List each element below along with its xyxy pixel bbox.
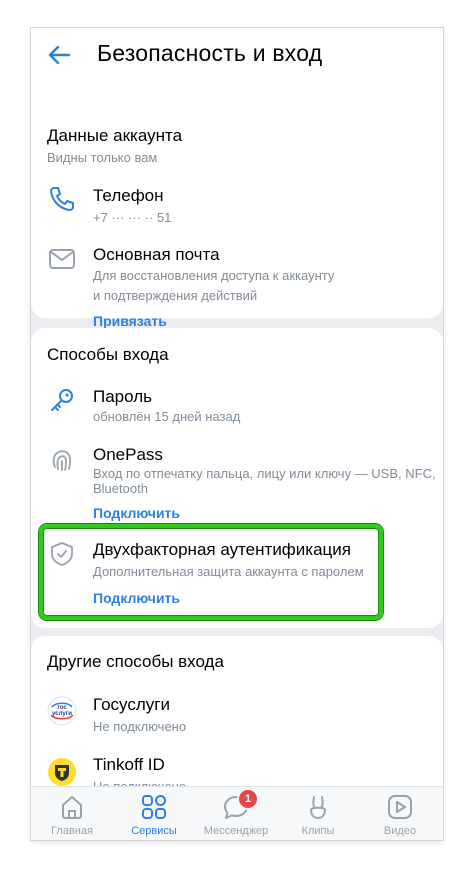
account-section-title: Данные аккаунта: [47, 126, 183, 145]
gosuslugi-logo-text: гос услуги: [52, 705, 72, 717]
twofa-highlight-frame: [39, 524, 383, 620]
email-title: Основная почта: [93, 245, 220, 264]
phone-value: +7 ··· ··· ·· 51: [93, 210, 172, 225]
password-subtitle: обновлён 15 дней назад: [93, 409, 241, 424]
password-title: Пароль: [93, 387, 152, 406]
tab-video[interactable]: Видео: [359, 787, 441, 840]
tab-messenger-label: Мессенджер: [203, 825, 269, 837]
key-icon: [51, 389, 73, 411]
bottom-tab-bar: Главная Сервисы 1 Мессенджер Клипы Видео: [31, 786, 443, 840]
fingerprint-icon: [52, 450, 72, 471]
page-header: Безопасность и вход: [31, 28, 443, 80]
tab-services[interactable]: Сервисы: [113, 787, 195, 840]
onepass-connect-link[interactable]: Подключить: [93, 505, 180, 521]
page-title: Безопасность и вход: [97, 40, 323, 66]
services-icon: [142, 795, 166, 819]
tab-clips-label: Клипы: [301, 825, 335, 837]
back-arrow-icon[interactable]: [47, 42, 73, 68]
phone-title: Телефон: [93, 186, 164, 205]
email-desc-line1: Для восстановления доступа к аккаунту: [93, 268, 335, 283]
tab-messenger[interactable]: 1 Мессенджер: [195, 787, 277, 840]
onepass-desc-line2: Bluetooth: [93, 481, 148, 496]
tab-services-label: Сервисы: [131, 825, 177, 837]
onepass-title: OnePass: [93, 445, 163, 464]
gosuslugi-logo: гос услуги: [47, 696, 77, 726]
other-section-title: Другие способы входа: [47, 652, 224, 671]
tab-home-label: Главная: [51, 825, 93, 837]
home-icon: [62, 796, 82, 819]
gosuslugi-title: Госуслуги: [93, 695, 170, 714]
phone-screen: Данные аккаунта Видны только вам Телефон…: [31, 28, 443, 840]
mail-icon: [49, 249, 75, 269]
email-desc-line2: и подтверждения действий: [93, 288, 258, 303]
tinkoff-title: Tinkoff ID: [93, 755, 165, 774]
tinkoff-logo-icon: [48, 758, 76, 786]
account-section-subtitle: Видны только вам: [47, 150, 158, 165]
gosuslugi-subtitle: Не подключено: [93, 719, 187, 734]
tab-clips[interactable]: Клипы: [277, 787, 359, 840]
bind-email-link[interactable]: Привязать: [93, 313, 167, 329]
video-icon: [388, 795, 412, 819]
clips-icon: [310, 796, 326, 819]
login-section-title: Способы входа: [47, 345, 169, 364]
messenger-badge: 1: [239, 790, 257, 808]
account-data-card: Данные аккаунта Видны только вам Телефон…: [31, 68, 443, 329]
tab-video-label: Видео: [383, 825, 417, 837]
tab-home[interactable]: Главная: [31, 787, 113, 840]
phone-icon: [50, 187, 74, 211]
